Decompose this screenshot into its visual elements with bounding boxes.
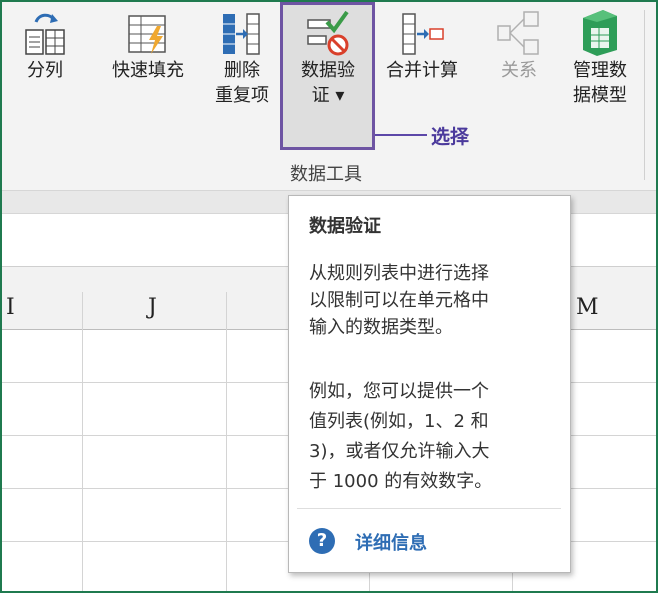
- data-validation-tooltip: 数据验证 从规则列表中进行选择 以限制可以在单元格中 输入的数据类型。 例如，您…: [288, 195, 571, 573]
- tooltip-description-line: 输入的数据类型。: [309, 317, 453, 338]
- remove-duplicates-label-line2: 重复项: [215, 85, 269, 106]
- data-validation-label-line1: 数据验: [301, 60, 355, 81]
- relationships-icon: [497, 11, 539, 55]
- consolidate-icon: [402, 13, 444, 55]
- ribbon-separator: [644, 10, 645, 180]
- tooltip-description: 从规则列表中进行选择 以限制可以在单元格中 输入的数据类型。: [309, 260, 559, 341]
- manage-data-model-label-line1: 管理数: [573, 60, 627, 81]
- manage-data-model-icon: [583, 10, 617, 56]
- tooltip-example-line: 值列表(例如，1、2 和: [309, 411, 489, 432]
- annotation-pointer-line: [375, 134, 427, 136]
- column-header-i[interactable]: I: [6, 295, 15, 320]
- data-validation-icon: [307, 10, 349, 56]
- text-to-columns-label: 分列: [27, 60, 63, 81]
- column-header-m[interactable]: M: [576, 295, 599, 320]
- manage-data-model-label-line2: 据模型: [573, 85, 627, 106]
- remove-duplicates-button[interactable]: 删除 重复项: [207, 8, 277, 108]
- tell-me-more-link[interactable]: 详细信息: [355, 529, 427, 555]
- tooltip-divider: [297, 508, 561, 509]
- ribbon: 分列 快速填充 删除 重复项 数据验 证 ▾ 合并计算 关系 管理数 据模型 数…: [2, 2, 656, 191]
- help-icon[interactable]: ?: [309, 528, 335, 554]
- data-validation-label-line2: 证 ▾: [311, 85, 345, 106]
- tooltip-example-line: 于 1000 的有效数字。: [309, 471, 493, 492]
- screenshot-frame: 分列 快速填充 删除 重复项 数据验 证 ▾ 合并计算 关系 管理数 据模型 数…: [0, 0, 658, 593]
- flash-fill-icon: [128, 15, 166, 54]
- remove-duplicates-icon: [223, 13, 260, 55]
- tooltip-description-line: 从规则列表中进行选择: [309, 263, 489, 284]
- relationships-label: 关系: [501, 60, 537, 81]
- text-to-columns-icon: [25, 13, 65, 55]
- relationships-button[interactable]: 关系: [484, 8, 554, 84]
- grid-line: [82, 292, 83, 591]
- manage-data-model-button[interactable]: 管理数 据模型: [562, 8, 638, 108]
- remove-duplicates-label-line1: 删除: [224, 60, 260, 81]
- data-validation-button[interactable]: 数据验 证 ▾: [285, 8, 371, 108]
- column-header-j[interactable]: J: [148, 295, 157, 320]
- flash-fill-label: 快速填充: [112, 60, 184, 81]
- tooltip-title: 数据验证: [309, 216, 381, 237]
- grid-line: [226, 292, 227, 591]
- tooltip-example: 例如，您可以提供一个 值列表(例如，1、2 和 3)，或者仅允许输入大 于 10…: [309, 377, 559, 497]
- flash-fill-button[interactable]: 快速填充: [98, 8, 198, 84]
- data-tools-group-label: 数据工具: [290, 164, 362, 185]
- tooltip-example-line: 3)，或者仅允许输入大: [309, 441, 490, 462]
- consolidate-label: 合并计算: [386, 60, 458, 81]
- text-to-columns-button[interactable]: 分列: [20, 8, 70, 84]
- consolidate-button[interactable]: 合并计算: [374, 8, 470, 84]
- annotation-select-label: 选择: [431, 126, 470, 148]
- tooltip-example-line: 例如，您可以提供一个: [309, 381, 489, 402]
- tooltip-description-line: 以限制可以在单元格中: [309, 290, 489, 311]
